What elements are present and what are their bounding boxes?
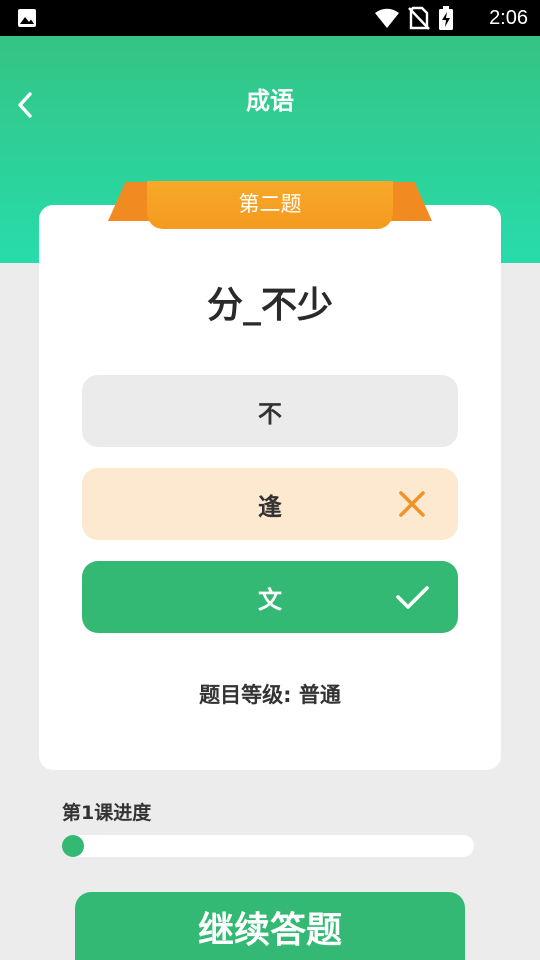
status-bar: 2:06	[0, 0, 540, 36]
continue-button[interactable]: 继续答题	[75, 892, 465, 960]
question-text: 分_不少	[206, 285, 333, 326]
option-label: 逢	[258, 492, 282, 521]
gallery-icon	[18, 9, 36, 27]
progress-label: 第1课进度	[62, 802, 152, 824]
page-title: 成语	[246, 87, 294, 115]
option-button-2[interactable]: 逢	[82, 468, 458, 540]
option-label: 不	[258, 399, 282, 428]
clock: 2:06	[489, 7, 528, 29]
option-label: 文	[258, 585, 282, 614]
question-level: 题目等级: 普通	[199, 683, 341, 707]
system-icons	[374, 6, 454, 30]
battery-charging-icon	[439, 6, 453, 30]
no-sim-icon	[408, 6, 430, 30]
question-number-ribbon: 第二题	[147, 181, 393, 229]
option-button-1[interactable]: 不	[82, 375, 458, 447]
progress-fill	[62, 835, 84, 857]
progress-bar	[62, 835, 474, 857]
close-icon	[399, 491, 425, 517]
option-button-3[interactable]: 文	[82, 561, 458, 633]
wifi-icon	[375, 8, 399, 29]
check-icon	[396, 586, 429, 609]
